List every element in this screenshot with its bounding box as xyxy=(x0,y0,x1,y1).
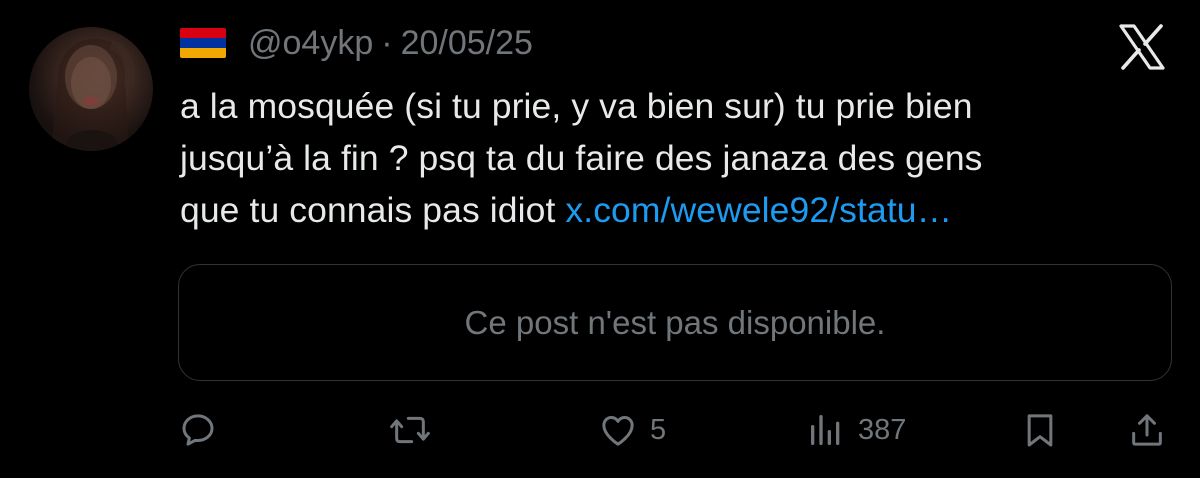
tweet-text: a la mosquée (si tu prie, y va bien sur)… xyxy=(180,80,1170,236)
retweet-icon xyxy=(390,416,430,444)
avatar[interactable] xyxy=(29,27,153,151)
tweet-link[interactable]: x.com/wewele92/statu… xyxy=(565,190,952,230)
bookmark-button[interactable] xyxy=(1020,400,1060,460)
reply-icon xyxy=(182,414,214,446)
user-handle[interactable]: @o4ykp xyxy=(248,24,373,63)
heart-icon xyxy=(602,416,634,446)
bookmark-icon xyxy=(1027,414,1053,447)
avatar-photo xyxy=(51,38,135,151)
retweet-button[interactable] xyxy=(388,400,432,460)
like-button[interactable]: 5 xyxy=(598,400,666,460)
tweet-header: @o4ykp · 20/05/25 xyxy=(180,18,533,68)
share-icon xyxy=(1132,414,1162,446)
armenia-flag-icon xyxy=(180,28,226,58)
tweet-date[interactable]: 20/05/25 xyxy=(401,24,533,63)
views-button[interactable]: 387 xyxy=(806,400,906,460)
tweet-text-line: a la mosquée (si tu prie, y va bien sur)… xyxy=(180,86,973,126)
unavailable-message: Ce post n'est pas disponible. xyxy=(464,303,886,341)
reply-button[interactable] xyxy=(178,400,218,460)
quoted-post-unavailable: Ce post n'est pas disponible. xyxy=(178,264,1172,381)
action-bar: 5 387 xyxy=(0,400,1200,460)
separator-dot: · xyxy=(381,23,393,62)
views-icon xyxy=(811,415,840,445)
tweet-text-line: jusqu’à la fin ? psq ta du faire des jan… xyxy=(180,138,983,178)
x-logo-icon[interactable] xyxy=(1117,22,1167,72)
tweet-text-segment: que tu connais pas idiot xyxy=(180,190,566,230)
like-count: 5 xyxy=(650,413,667,446)
tweet-text-line: que tu connais pas idiot x.com/wewele92/… xyxy=(180,184,1170,236)
share-button[interactable] xyxy=(1127,400,1167,460)
views-count: 387 xyxy=(858,413,907,446)
